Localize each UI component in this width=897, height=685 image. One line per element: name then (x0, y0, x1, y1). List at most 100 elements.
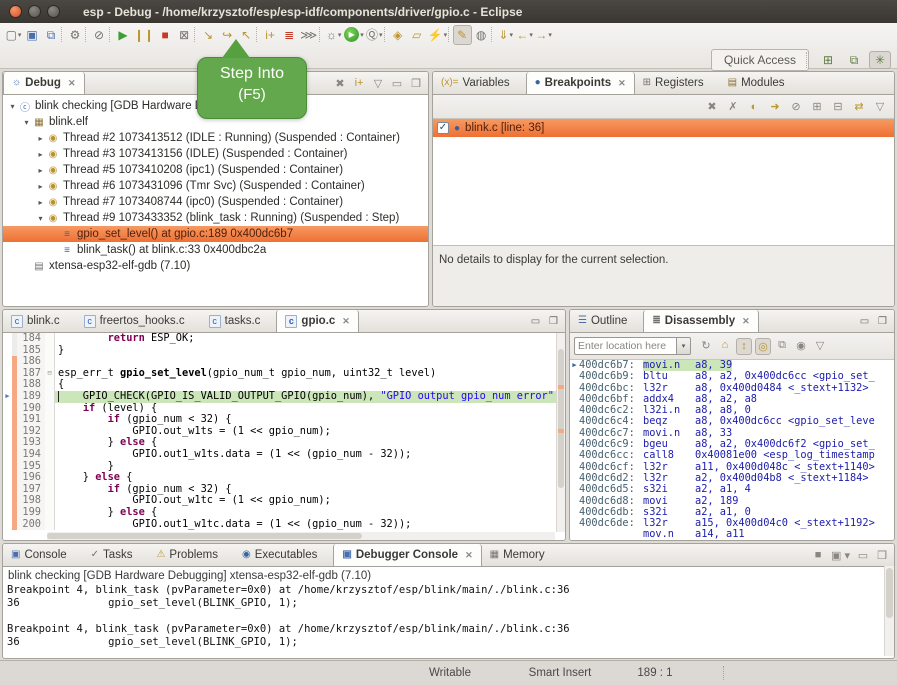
fold-icon[interactable] (45, 484, 55, 496)
debug-tree-row[interactable]: ▸ ◉ Thread #6 1073431096 (Tmr Svc) (Susp… (3, 178, 428, 194)
disassembly-row[interactable]: 400dc6b9: bltu a8, a2, 0x400dc6cc <gpio_… (570, 371, 894, 382)
code-line[interactable]: ▶ 189 GPIO_CHECK(GPIO_IS_VALID_OUTPUT_GP… (3, 391, 565, 403)
code-line[interactable]: 199 } else { (3, 507, 565, 519)
maximize-button[interactable]: ❒ (408, 76, 424, 91)
new-wizard-button[interactable]: ▢▾ (4, 25, 23, 45)
disassembly-row[interactable]: 400dc6d8: movi a2, 189 (570, 496, 894, 507)
view-tab[interactable]: ▣ Console (3, 544, 83, 566)
quick-access-button[interactable]: Quick Access (711, 49, 809, 71)
code-text[interactable]: esp_err_t gpio_set_level(gpio_num_t gpio… (55, 368, 565, 380)
console-vertical-scrollbar[interactable] (884, 566, 894, 656)
debug-tree-row[interactable]: ≡ blink_task() at blink.c:33 0x400dbc2a (3, 242, 428, 258)
go-to-file-button[interactable]: ➜ (767, 99, 783, 114)
editor-horizontal-scrollbar[interactable] (47, 532, 555, 540)
view-tab[interactable]: ▦ Memory (482, 544, 561, 566)
fold-icon[interactable] (45, 356, 55, 368)
tree-expand-icon[interactable]: ▸ (35, 166, 46, 175)
terminate-console-button[interactable]: ■ (810, 548, 826, 562)
editor-vertical-scrollbar[interactable] (556, 333, 565, 532)
code-line[interactable]: 191 if (gpio_num < 32) { (3, 414, 565, 426)
code-text[interactable]: { (55, 379, 565, 391)
code-line[interactable]: 187 ⊟ esp_err_t gpio_set_level(gpio_num_… (3, 368, 565, 380)
show-breakpoints-for-button[interactable]: ◐ (746, 100, 762, 114)
debug-tree-row[interactable]: ▸ ◉ Thread #2 1073413512 (IDLE : Running… (3, 130, 428, 146)
code-text[interactable]: } (55, 345, 565, 357)
tree-expand-icon[interactable]: ▸ (35, 134, 46, 143)
instruction-stepping-mode-button[interactable]: ≣ (280, 25, 299, 45)
run-button[interactable]: ▶▾ (343, 25, 365, 45)
expand-all-button[interactable]: ⊞ (809, 99, 825, 114)
disassembly-row[interactable]: 400dc6bc: l32r a8, 0x400d0484 <_stext+11… (570, 383, 894, 394)
modules-icon[interactable]: ▤ Modules (720, 72, 801, 94)
code-text[interactable]: if (gpio_num < 32) { (55, 484, 565, 496)
close-icon[interactable]: ✕ (465, 550, 473, 561)
code-line[interactable]: 192 GPIO.out_w1ts = (1 << gpio_num); (3, 426, 565, 438)
disassembly-row[interactable]: 400dc6c2: l32i.n a8, a8, 0 (570, 405, 894, 416)
globe-button[interactable]: ◍ (472, 25, 491, 45)
fold-icon[interactable] (45, 403, 55, 415)
window-maximize-button[interactable] (47, 5, 60, 18)
fold-icon[interactable] (45, 495, 55, 507)
code-line[interactable]: 188 { (3, 379, 565, 391)
terminate-button[interactable]: ■ (156, 25, 175, 45)
code-line[interactable]: 196 } else { (3, 472, 565, 484)
tree-expand-icon[interactable]: ▸ (35, 198, 46, 207)
disassembly-row[interactable]: 400dc6d2: l32r a2, 0x400d04b8 <_stext+11… (570, 473, 894, 484)
external-tools-button[interactable]: Ⓠ▾ (365, 25, 384, 45)
tab-debug[interactable]: ☼ Debug ✕ (3, 72, 85, 94)
search-button[interactable]: ⚡▾ (427, 25, 448, 45)
code-text[interactable]: } else { (55, 437, 565, 449)
debug-button[interactable]: ☼▾ (324, 25, 343, 45)
new-cpp-element-button[interactable]: ◈ (389, 25, 408, 45)
view-tab[interactable]: ≣ Disassembly ✕ (643, 310, 758, 332)
minimize-button[interactable]: ▭ (855, 548, 871, 563)
fold-icon[interactable] (45, 472, 55, 484)
code-text[interactable]: return ESP_OK; (55, 333, 565, 345)
code-text[interactable]: if (gpio_num < 32) { (55, 414, 565, 426)
code-text[interactable] (55, 356, 565, 368)
variables-icon[interactable]: (x)= Variables (433, 72, 526, 94)
view-tab[interactable]: ▣ Debugger Console ✕ (333, 544, 481, 566)
fold-icon[interactable] (45, 333, 55, 345)
disassembly-row[interactable]: 400dc6c4: beqz a8, 0x400dc6cc <gpio_set_… (570, 416, 894, 427)
last-edit-location-button[interactable]: ⇓▾ (496, 25, 515, 45)
remove-all-terminated-button[interactable]: ✖ (332, 76, 348, 91)
code-text[interactable]: GPIO_CHECK(GPIO_IS_VALID_OUTPUT_GPIO(gpi… (55, 391, 565, 403)
fold-icon[interactable] (45, 345, 55, 357)
open-element-button[interactable]: ▱ (408, 25, 427, 45)
close-icon[interactable]: ✕ (68, 78, 76, 89)
sync-active-context-button[interactable]: ◎ (755, 338, 771, 355)
code-text[interactable]: if (level) { (55, 403, 565, 415)
tree-expand-icon[interactable]: ▾ (35, 214, 46, 223)
maximize-button[interactable]: ❒ (875, 316, 890, 327)
tree-expand-icon[interactable]: ▾ (7, 102, 18, 111)
fold-icon[interactable] (45, 507, 55, 519)
view-menu-button[interactable]: ▽ (872, 99, 888, 114)
window-close-button[interactable] (9, 5, 22, 18)
debug-tree-row[interactable]: ▤ xtensa-esp32-elf-gdb (7.10) (3, 258, 428, 274)
skip-all-breakpoints-button[interactable]: ⊘ (90, 25, 109, 45)
tree-expand-icon[interactable]: ▾ (21, 118, 32, 127)
disassembly-row[interactable]: 400dc6d5: s32i a2, a1, 4 (570, 484, 894, 495)
debug-tree-row[interactable]: ▾ ◉ Thread #9 1073433352 (blink_task : R… (3, 210, 428, 226)
debug-tree-row[interactable]: ▸ ◉ Thread #5 1073410208 (ipc1) (Suspend… (3, 162, 428, 178)
fold-icon[interactable] (45, 437, 55, 449)
tree-expand-icon[interactable]: ▸ (35, 182, 46, 191)
code-text[interactable]: } else { (55, 472, 565, 484)
save-all-button[interactable]: ⧉ (42, 25, 61, 45)
minimize-button[interactable]: ▭ (528, 316, 543, 327)
fold-icon[interactable]: ⊟ (45, 368, 55, 380)
view-tab[interactable]: ☰ Outline (570, 310, 643, 332)
suspend-button[interactable]: ❙❙ (133, 25, 156, 45)
code-line[interactable]: 195 } (3, 461, 565, 473)
code-line[interactable]: 194 GPIO.out1_w1ts.data = (1 << (gpio_nu… (3, 449, 565, 461)
debug-perspective-button[interactable]: ✳ (869, 51, 891, 69)
debug-tree-row[interactable]: ▸ ◉ Thread #7 1073408744 (ipc0) (Suspend… (3, 194, 428, 210)
scrollbar-thumb[interactable] (47, 533, 362, 539)
tree-expand-icon[interactable]: ▸ (35, 150, 46, 159)
breakpoints-icon[interactable]: ● Breakpoints ✕ (526, 72, 635, 94)
skip-all-breakpoints-button[interactable]: ⊘ (788, 99, 804, 114)
breakpoint-row[interactable]: ✓ ● blink.c [line: 36] (433, 119, 894, 137)
collapse-all-button[interactable]: ⊟ (830, 99, 846, 114)
fold-icon[interactable] (45, 379, 55, 391)
